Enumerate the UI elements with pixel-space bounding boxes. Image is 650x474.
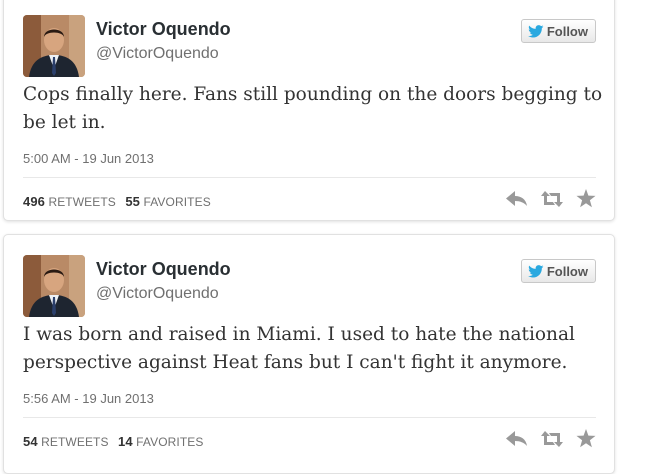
favorites-count[interactable]: 55 [125, 194, 140, 209]
tweet-timestamp[interactable]: 5:56 AM - 19 Jun 2013 [23, 391, 154, 406]
follow-label: Follow [546, 263, 588, 279]
user-handle[interactable]: @VictorOquendo [96, 45, 219, 63]
follow-button[interactable]: Follow [520, 19, 596, 43]
avatar[interactable] [23, 255, 85, 317]
retweet-icon[interactable] [540, 430, 564, 447]
tweet-timestamp[interactable]: 5:00 AM - 19 Jun 2013 [23, 151, 154, 166]
tweet-text: Cops finally here. Fans still pounding o… [23, 84, 603, 133]
favorites-label[interactable]: FAVORITES [143, 195, 210, 209]
star-icon[interactable] [576, 189, 596, 208]
user-name[interactable]: Victor Oquendo [96, 19, 231, 40]
divider [23, 417, 596, 418]
follow-label: Follow [546, 23, 588, 39]
twitter-bird-icon [527, 24, 544, 38]
tweet-card: Victor Oquendo @VictorOquendo Follow I w… [3, 234, 615, 474]
divider [23, 177, 596, 178]
follow-button[interactable]: Follow [520, 259, 596, 283]
tweet-actions [506, 189, 596, 208]
retweet-icon[interactable] [540, 190, 564, 207]
tweet-stats: 496 RETWEETS 55 FAVORITES [23, 194, 211, 209]
retweets-count[interactable]: 496 [23, 194, 45, 209]
user-handle[interactable]: @VictorOquendo [96, 285, 219, 303]
star-icon[interactable] [576, 429, 596, 448]
tweet-stats: 54 RETWEETS 14 FAVORITES [23, 434, 203, 449]
avatar[interactable] [23, 15, 85, 77]
retweets-label[interactable]: RETWEETS [41, 435, 108, 449]
tweet-text: I was born and raised in Miami. I used t… [23, 324, 575, 373]
retweets-label[interactable]: RETWEETS [48, 195, 115, 209]
favorites-count[interactable]: 14 [118, 434, 133, 449]
tweet-actions [506, 429, 596, 448]
retweets-count[interactable]: 54 [23, 434, 38, 449]
tweet-card: Victor Oquendo @VictorOquendo Follow Cop… [3, 0, 615, 221]
reply-icon[interactable] [506, 190, 528, 207]
favorites-label[interactable]: FAVORITES [136, 435, 203, 449]
user-name[interactable]: Victor Oquendo [96, 259, 231, 280]
twitter-bird-icon [527, 264, 544, 278]
reply-icon[interactable] [506, 430, 528, 447]
